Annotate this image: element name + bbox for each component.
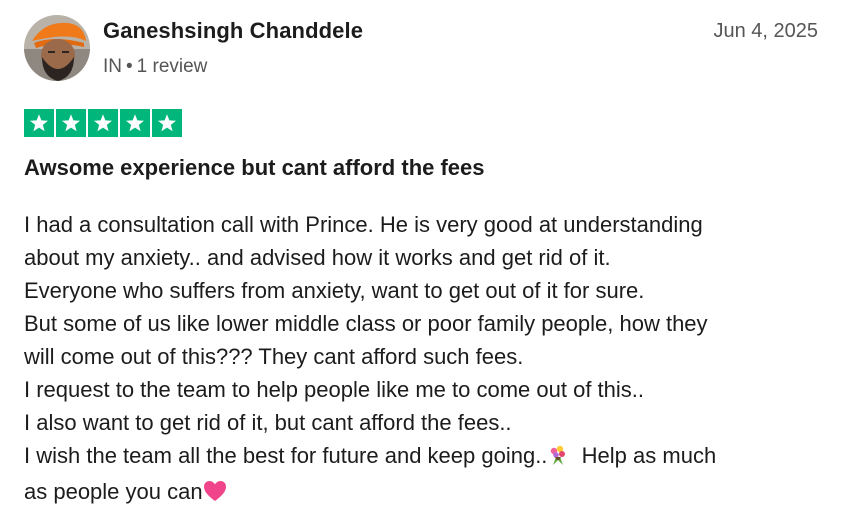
star-icon xyxy=(56,109,86,137)
reviewer-review-count[interactable]: 1 review xyxy=(137,56,208,77)
star-icon xyxy=(24,109,54,137)
review-line: I had a consultation call with Prince. H… xyxy=(24,212,703,237)
reviewer-meta: IN • 1 review xyxy=(103,56,207,78)
review-body: I had a consultation call with Prince. H… xyxy=(24,208,824,511)
star-icon xyxy=(88,109,118,137)
meta-separator: • xyxy=(126,56,133,77)
star-rating xyxy=(24,109,182,137)
review-line: about my anxiety.. and advised how it wo… xyxy=(24,245,611,270)
reviewer-avatar[interactable] xyxy=(24,15,90,81)
review-line: But some of us like lower middle class o… xyxy=(24,311,708,336)
review-line: will come out of this??? They cant affor… xyxy=(24,344,524,369)
review-line: as people you can xyxy=(24,475,824,511)
review-line: Everyone who suffers from anxiety, want … xyxy=(24,278,645,303)
review-title[interactable]: Awsome experience but cant afford the fe… xyxy=(24,155,485,181)
review-date: Jun 4, 2025 xyxy=(713,20,818,42)
review-line-text: I wish the team all the best for future … xyxy=(24,443,548,468)
star-icon xyxy=(152,109,182,137)
review-line-text: as people you can xyxy=(24,479,203,504)
review-line: I wish the team all the best for future … xyxy=(24,439,824,475)
review-line-text: Help as much xyxy=(581,443,717,468)
avatar-photo-icon xyxy=(24,15,90,81)
reviewer-country: IN xyxy=(103,56,122,77)
bouquet-icon xyxy=(547,442,569,475)
review-line: I request to the team to help people lik… xyxy=(24,377,645,402)
review-line: I also want to get rid of it, but cant a… xyxy=(24,410,512,435)
review-card: Ganeshsingh Chanddele IN • 1 review Jun 4,… xyxy=(0,0,858,517)
heart-icon xyxy=(203,478,227,511)
star-icon xyxy=(120,109,150,137)
reviewer-name[interactable]: Ganeshsingh Chanddele xyxy=(103,18,363,44)
